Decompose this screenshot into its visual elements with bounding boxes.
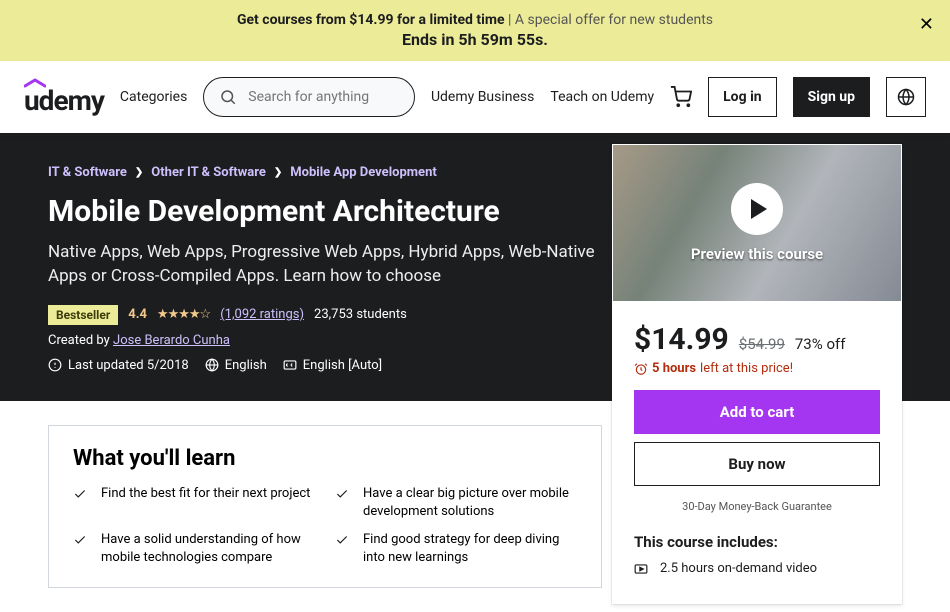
learn-item: Find the best fit for their next project (73, 485, 315, 521)
learn-box: What you'll learn Find the best fit for … (48, 425, 602, 589)
login-button[interactable]: Log in (708, 77, 777, 117)
learn-title: What you'll learn (73, 446, 577, 471)
learn-item: Find good strategy for deep diving into … (335, 531, 577, 567)
preview-video[interactable]: Preview this course (612, 144, 902, 302)
search-wrap (203, 77, 415, 117)
bestseller-badge: Bestseller (48, 305, 118, 325)
header: udemy Categories Udemy Business Teach on… (0, 61, 950, 133)
promo-bold: Get courses from $14.99 for a limited ti… (237, 12, 505, 28)
language: English (205, 358, 267, 373)
add-to-cart-button[interactable]: Add to cart (634, 390, 880, 434)
logo-text: udemy (24, 84, 104, 117)
includes-item-video: 2.5 hours on-demand video (634, 561, 880, 576)
alarm-icon (634, 362, 648, 376)
ratings-link[interactable]: (1,092 ratings) (220, 307, 304, 322)
purchase-card: Preview this course $14.99 $54.99 73% of… (612, 144, 902, 604)
categories-link[interactable]: Categories (120, 89, 187, 105)
author-link[interactable]: Jose Berardo Cunha (113, 333, 230, 348)
guarantee-text: 30-Day Money-Back Guarantee (634, 500, 880, 513)
globe-icon (205, 358, 219, 372)
teach-link[interactable]: Teach on Udemy (550, 89, 654, 105)
learn-item: Have a clear big picture over mobile dev… (335, 485, 577, 521)
check-icon (335, 533, 349, 567)
check-icon (73, 533, 87, 567)
cart-icon[interactable] (670, 86, 692, 108)
learn-text: Find the best fit for their next project (101, 485, 310, 521)
course-subtitle: Native Apps, Web Apps, Progressive Web A… (48, 241, 628, 289)
check-icon (335, 487, 349, 521)
timer-bold: 5 hours (652, 361, 696, 376)
promo-countdown: Ends in 5h 59m 55s. (40, 30, 910, 49)
stars-icon: ★★★★☆ (157, 307, 210, 322)
includes-item-text: 2.5 hours on-demand video (660, 561, 817, 576)
crumb-1[interactable]: IT & Software (48, 165, 127, 180)
learn-text: Find good strategy for deep diving into … (363, 531, 577, 567)
check-icon (73, 487, 87, 521)
last-updated: Last updated 5/2018 (48, 358, 189, 373)
buy-now-button[interactable]: Buy now (634, 442, 880, 486)
last-updated-text: Last updated 5/2018 (68, 358, 189, 373)
captions: English [Auto] (283, 358, 382, 373)
play-icon (731, 183, 783, 235)
price-timer: 5 hours left at this price! (634, 361, 880, 376)
logo[interactable]: udemy (24, 78, 104, 117)
chevron-right-icon: ❯ (274, 167, 282, 178)
discount: 73% off (795, 335, 846, 353)
chevron-right-icon: ❯ (135, 167, 143, 178)
captions-text: English [Auto] (303, 358, 382, 373)
udemy-business-link[interactable]: Udemy Business (431, 89, 534, 105)
globe-icon (897, 88, 915, 106)
search-icon (219, 88, 237, 106)
info-icon (48, 358, 62, 372)
promo-line1: Get courses from $14.99 for a limited ti… (40, 12, 910, 28)
promo-banner: Get courses from $14.99 for a limited ti… (0, 0, 950, 61)
price-row: $14.99 $54.99 73% off (634, 322, 880, 357)
price: $14.99 (634, 322, 729, 357)
promo-light: | A special offer for new students (505, 12, 714, 28)
cc-icon (283, 358, 297, 372)
timer-rest: left at this price! (700, 361, 793, 376)
learn-text: Have a solid understanding of how mobile… (101, 531, 315, 567)
created-by-prefix: Created by (48, 333, 113, 348)
content-area: What you'll learn Find the best fit for … (0, 401, 650, 612)
language-text: English (225, 358, 267, 373)
page-title: Mobile Development Architecture (48, 194, 628, 229)
rating-value: 4.4 (128, 307, 147, 322)
crumb-2[interactable]: Other IT & Software (151, 165, 266, 180)
preview-label: Preview this course (691, 245, 823, 263)
video-icon (634, 562, 648, 576)
language-button[interactable] (886, 77, 926, 117)
learn-grid: Find the best fit for their next project… (73, 485, 577, 568)
card-body: $14.99 $54.99 73% off 5 hours left at th… (612, 302, 902, 604)
learn-item: Have a solid understanding of how mobile… (73, 531, 315, 567)
original-price: $54.99 (739, 335, 785, 353)
students-count: 23,753 students (314, 307, 407, 322)
close-icon[interactable]: ✕ (919, 14, 934, 35)
crumb-3[interactable]: Mobile App Development (290, 165, 437, 180)
learn-text: Have a clear big picture over mobile dev… (363, 485, 577, 521)
includes-title: This course includes: (634, 533, 880, 551)
signup-button[interactable]: Sign up (793, 77, 870, 117)
